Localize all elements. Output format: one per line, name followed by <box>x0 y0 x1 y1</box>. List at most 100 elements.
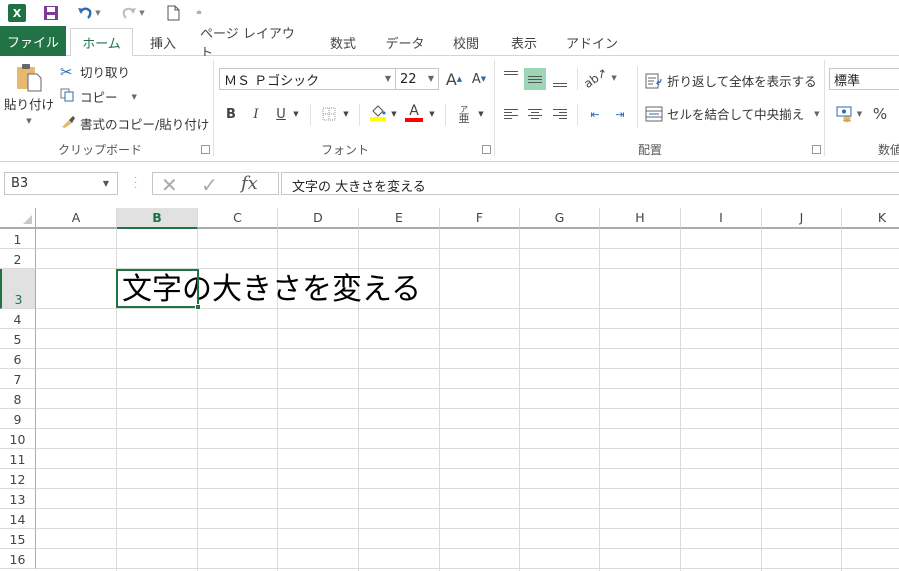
gridline-horizontal <box>36 308 899 309</box>
orientation-button[interactable]: ab↗ ▼ <box>582 65 617 91</box>
decrease-font-size-button[interactable]: A ▼ <box>468 68 490 90</box>
underline-button[interactable]: U <box>270 103 292 125</box>
tab-insert[interactable]: 挿入 <box>140 28 186 56</box>
paste-button[interactable]: 貼り付け ▼ <box>4 62 54 125</box>
fill-color-button[interactable] <box>367 102 389 124</box>
merge-dropdown-icon[interactable]: ▼ <box>814 110 819 118</box>
column-header-j[interactable]: J <box>762 208 842 229</box>
column-header-g[interactable]: G <box>520 208 600 229</box>
paste-dropdown-icon[interactable]: ▼ <box>26 117 31 125</box>
align-bottom-button[interactable] <box>549 70 571 92</box>
formula-input[interactable]: 文字の 大きさを変える <box>281 172 899 195</box>
copy-button[interactable]: コピー ▼ <box>60 87 137 106</box>
row-header-5[interactable]: 5 <box>0 329 36 349</box>
scissors-icon: ✂ <box>60 62 73 81</box>
column-header-d[interactable]: D <box>278 208 359 229</box>
row-header-3[interactable]: 3 <box>0 269 36 309</box>
row-header-2[interactable]: 2 <box>0 249 36 269</box>
tab-view[interactable]: 表示 <box>502 28 546 56</box>
row-header-9[interactable]: 9 <box>0 409 36 429</box>
splitter-handle[interactable]: · · · <box>134 174 137 194</box>
merge-center-button[interactable]: セルを結合して中央揃え ▼ <box>645 104 820 123</box>
column-header-f[interactable]: F <box>440 208 520 229</box>
font-name-select[interactable]: ＭＳ Ｐゴシック ▼ <box>219 68 396 90</box>
customize-qat-icon[interactable]: ⩧ <box>194 3 204 23</box>
underline-dropdown-icon[interactable]: ▼ <box>290 103 302 125</box>
row-header-7[interactable]: 7 <box>0 369 36 389</box>
tab-add-ins[interactable]: アドイン <box>562 28 622 56</box>
borders-dropdown-icon[interactable]: ▼ <box>340 103 352 125</box>
name-box[interactable]: B3 ▼ <box>4 172 118 195</box>
undo-icon[interactable]: ▼ <box>74 3 104 23</box>
row-header-10[interactable]: 10 <box>0 429 36 449</box>
phonetic-guide-button[interactable]: ア 亜 <box>453 103 475 125</box>
row-header-8[interactable]: 8 <box>0 389 36 409</box>
column-header-h[interactable]: H <box>600 208 681 229</box>
decrease-indent-button[interactable]: ⇤ <box>584 103 606 125</box>
column-header-b[interactable]: B <box>117 208 198 229</box>
align-top-button[interactable] <box>500 66 522 88</box>
tab-file[interactable]: ファイル <box>0 26 66 56</box>
clipboard-launcher-icon[interactable] <box>201 145 210 154</box>
row-header-4[interactable]: 4 <box>0 309 36 329</box>
row-header-15[interactable]: 15 <box>0 529 36 549</box>
divider <box>445 104 446 126</box>
tab-data[interactable]: データ <box>380 28 430 56</box>
format-painter-button[interactable]: 書式のコピー/貼り付け <box>60 114 209 133</box>
tab-formulas[interactable]: 数式 <box>320 28 366 56</box>
tab-home[interactable]: ホーム <box>70 28 133 57</box>
italic-button[interactable]: I <box>245 103 267 125</box>
borders-button[interactable] <box>318 103 340 125</box>
row-header-12[interactable]: 12 <box>0 469 36 489</box>
increase-font-size-button[interactable]: A ▲ <box>443 68 465 90</box>
ribbon-home: 貼り付け ▼ ✂ 切り取り コピー ▼ 書式のコピー/貼り付け クリップボード … <box>0 56 899 162</box>
increase-indent-button[interactable]: ⇥ <box>609 103 631 125</box>
font-launcher-icon[interactable] <box>482 145 491 154</box>
cancel-icon[interactable]: ✕ <box>161 173 178 197</box>
align-left-button[interactable] <box>500 103 522 125</box>
font-size-select[interactable]: 22 ▼ <box>395 68 439 90</box>
row-header-13[interactable]: 13 <box>0 489 36 509</box>
shrink-font-icon: A <box>471 71 481 87</box>
cut-label: 切り取り <box>80 65 131 80</box>
column-header-a[interactable]: A <box>36 208 117 229</box>
enter-icon[interactable]: ✓ <box>201 173 218 197</box>
column-header-e[interactable]: E <box>359 208 440 229</box>
cut-button[interactable]: ✂ 切り取り <box>60 62 130 81</box>
wrap-text-button[interactable]: 折り返して全体を表示する <box>645 71 817 90</box>
tab-page-layout[interactable]: ページ レイアウト <box>200 27 305 61</box>
row-header-11[interactable]: 11 <box>0 449 36 469</box>
bold-button[interactable]: B <box>220 103 242 125</box>
save-icon[interactable] <box>40 3 62 23</box>
fill-color-dropdown-icon[interactable]: ▼ <box>388 103 400 125</box>
row-header-6[interactable]: 6 <box>0 349 36 369</box>
align-right-button[interactable] <box>549 103 571 125</box>
align-center-button[interactable] <box>524 103 546 125</box>
row-header-1[interactable]: 1 <box>0 229 36 249</box>
tab-review[interactable]: 校閲 <box>444 28 488 56</box>
alignment-group-label: 配置 <box>637 143 662 157</box>
redo-icon[interactable]: ▼ <box>118 3 148 23</box>
select-all-button[interactable] <box>0 208 36 229</box>
font-color-button[interactable]: A <box>403 102 425 124</box>
percent-style-button[interactable]: % <box>869 103 891 125</box>
column-header-k[interactable]: K <box>842 208 899 229</box>
align-middle-button[interactable] <box>524 68 546 90</box>
font-color-dropdown-icon[interactable]: ▼ <box>426 103 438 125</box>
phonetic-dropdown-icon[interactable]: ▼ <box>475 103 487 125</box>
insert-function-icon[interactable]: fx <box>241 173 258 194</box>
row-header-14[interactable]: 14 <box>0 509 36 529</box>
fill-handle[interactable] <box>195 304 201 310</box>
column-header-c[interactable]: C <box>198 208 278 229</box>
number-format-select[interactable]: 標準 <box>829 68 899 90</box>
gridline-vertical <box>519 229 520 571</box>
alignment-launcher-icon[interactable] <box>812 145 821 154</box>
copy-dropdown-icon[interactable]: ▼ <box>132 93 137 101</box>
gridline-horizontal <box>36 348 899 349</box>
number-group-label: 数値 <box>878 143 899 157</box>
column-header-i[interactable]: I <box>681 208 762 229</box>
grow-font-icon: A <box>445 69 457 89</box>
new-document-icon[interactable] <box>164 3 182 23</box>
row-header-16[interactable]: 16 <box>0 549 36 569</box>
accounting-format-button[interactable]: ▼ <box>832 103 866 125</box>
